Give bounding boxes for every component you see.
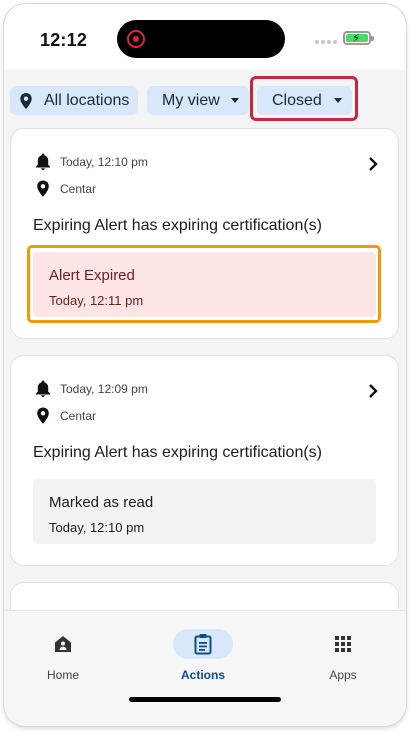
status-bar: 12:12 ⚡ [4,4,406,70]
filter-bar: All locations My view Closed [4,70,406,128]
card-title: Expiring Alert has expiring certificatio… [33,217,323,234]
card-status-title: Marked as read [49,494,154,511]
nav-actions-pill [173,629,233,659]
card-location-row: Centar [35,407,96,424]
home-indicator [129,697,281,702]
bell-icon [36,153,50,170]
nav-apps-pill [313,629,373,659]
chevron-down-icon [231,98,239,103]
view-filter-dropdown[interactable]: My view [147,86,249,115]
locations-filter-chip[interactable]: All locations [10,86,138,115]
locations-filter-label: All locations [44,91,130,109]
view-filter-label: My view [162,91,220,109]
location-pin-icon [37,407,49,424]
card-title: Expiring Alert has expiring certificatio… [33,444,323,461]
signal-icon [315,40,341,46]
battery-charging-icon: ⚡ [343,31,374,45]
bottom-navigation: Home Actions Apps [4,610,406,726]
nav-apps-label: Apps [329,668,357,682]
card-time-row: Today, 12:09 pm [35,380,148,397]
action-card[interactable]: Today, 12:09 pm Centar Expiring Alert ha… [10,355,399,566]
recording-icon [127,30,145,48]
nav-actions-label: Actions [180,668,225,682]
card-status-box: Marked as read Today, 12:10 pm [33,479,376,544]
card-time-row: Today, 12:10 pm [35,153,148,170]
nav-actions[interactable]: Actions [153,629,253,682]
status-box-highlight [27,245,381,323]
bell-icon [36,380,50,397]
card-time: Today, 12:09 pm [60,381,148,396]
nav-home-label: Home [46,668,79,682]
status-filter-highlight [250,76,358,121]
nav-home-pill [33,629,93,659]
card-location: Centar [60,181,97,196]
location-pin-icon [20,92,32,109]
phone-screen: 12:12 ⚡ All locations My view Closed Tod… [4,4,406,726]
nav-apps[interactable]: Apps [293,629,393,682]
home-icon [55,636,71,652]
clipboard-icon [194,634,212,655]
card-location: Centar [60,408,97,423]
dynamic-island [117,20,285,58]
status-time: 12:12 [40,30,88,50]
card-status-time: Today, 12:10 pm [49,520,145,535]
chevron-right-icon[interactable] [366,382,380,400]
card-location-row: Centar [35,180,96,197]
nav-home[interactable]: Home [13,629,113,682]
location-pin-icon [37,180,49,197]
apps-grid-icon [335,636,351,652]
chevron-right-icon[interactable] [366,155,380,173]
card-time: Today, 12:10 pm [60,154,148,169]
